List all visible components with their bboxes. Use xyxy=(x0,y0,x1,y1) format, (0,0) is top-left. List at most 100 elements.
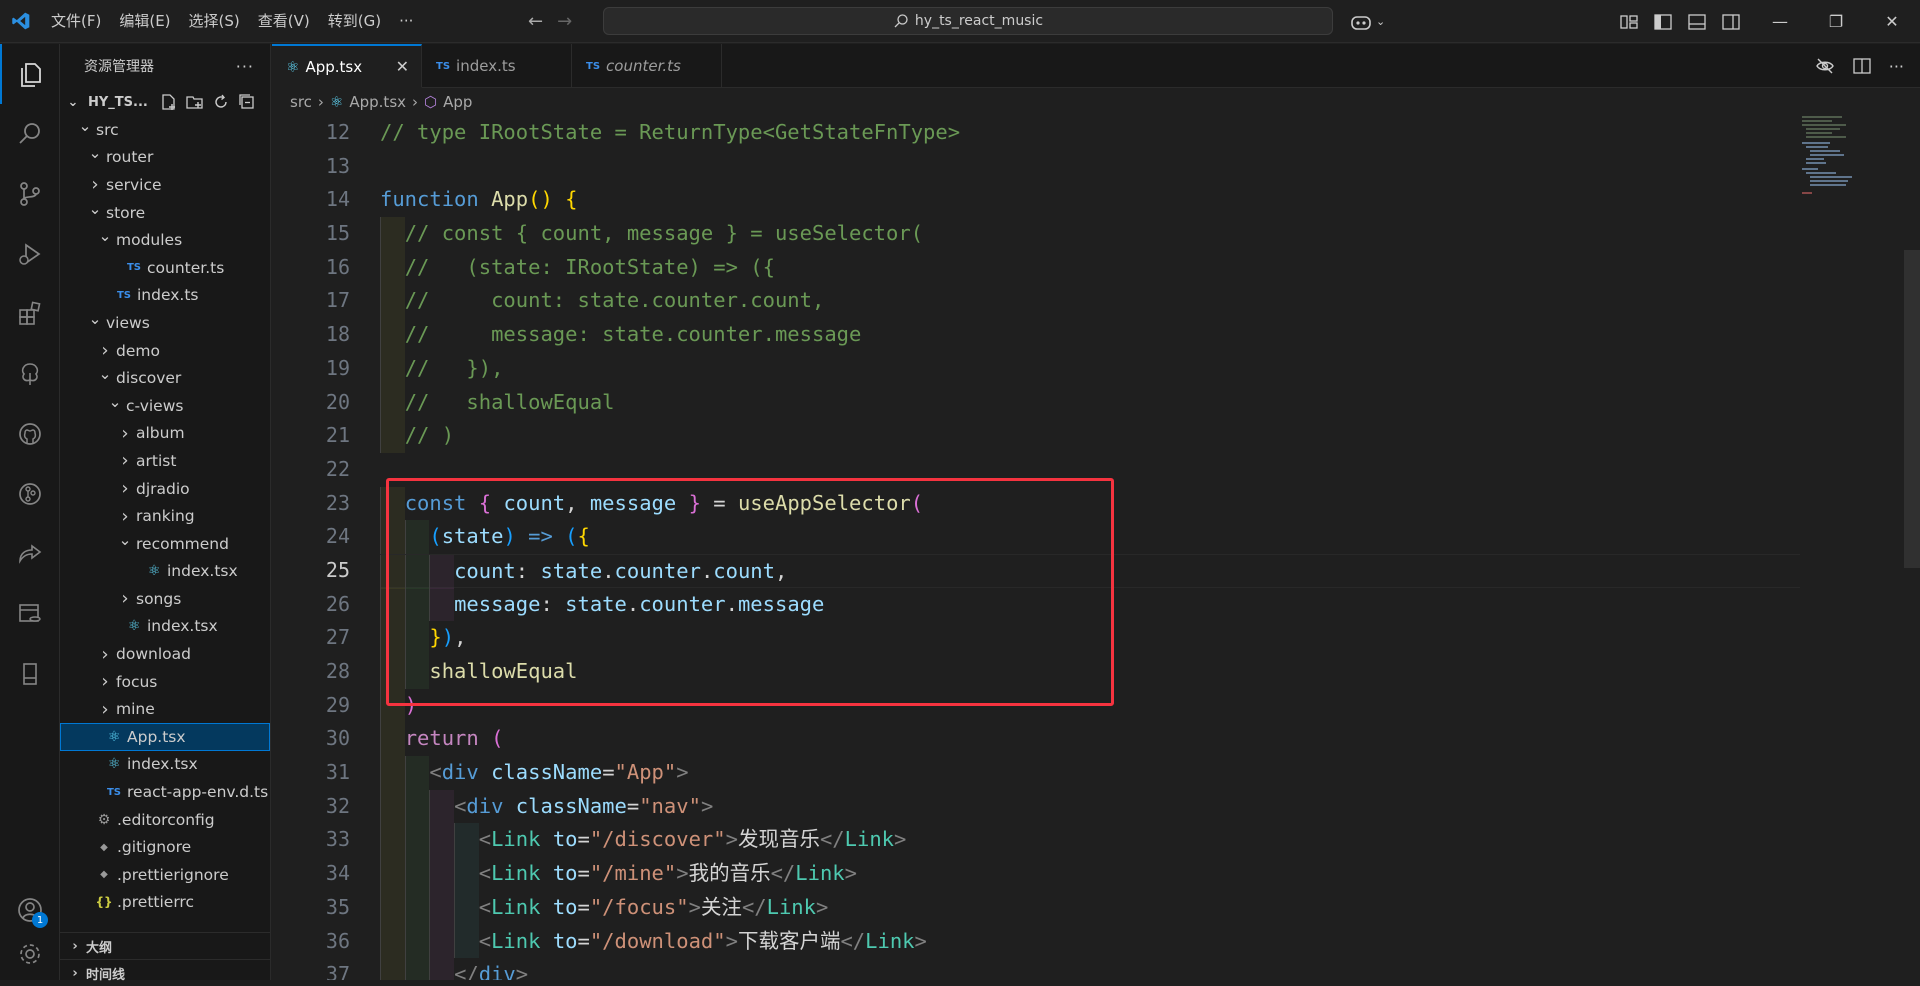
tab-counter-ts[interactable]: TS counter.ts xyxy=(572,44,722,88)
code-editor[interactable]: 12 13 14 15 16 17 18 19 20 21 22 23 24 25 26 27 28 29 30 31… xyxy=(272,116,1920,980)
breadcrumb-file[interactable]: App.tsx xyxy=(349,93,406,111)
manage-activity[interactable] xyxy=(0,940,60,980)
live-share-activity[interactable] xyxy=(0,524,60,584)
project-actions xyxy=(160,93,270,111)
tree-item[interactable]: ⚛ index.tsx xyxy=(60,558,270,586)
run-debug-icon xyxy=(19,243,41,265)
tree-item[interactable]: ⌄ discover xyxy=(60,364,270,392)
tree-item[interactable]: ⌄ router xyxy=(60,144,270,172)
tree-item[interactable]: ⌄ recommend xyxy=(60,530,270,558)
tree-item[interactable]: ◆ .gitignore xyxy=(60,833,270,861)
tree-item-label: artist xyxy=(136,451,177,470)
tree-item[interactable]: › songs xyxy=(60,585,270,613)
outline-section[interactable]: › 大纲 xyxy=(60,932,271,959)
typescript-file-icon: TS xyxy=(106,786,122,798)
tree-item[interactable]: › demo xyxy=(60,337,270,365)
toggle-secondary-sidebar-icon[interactable] xyxy=(1722,13,1740,30)
menu-item-3[interactable]: 查看(V) xyxy=(249,0,319,43)
code-token: count xyxy=(454,558,516,583)
tree-item-label: demo xyxy=(116,341,160,360)
tree-item[interactable]: ⚙ .editorconfig xyxy=(60,806,270,834)
tree-item[interactable]: › ranking xyxy=(60,502,270,530)
more-actions-icon[interactable]: ··· xyxy=(1889,57,1904,76)
menu-item-2[interactable]: 选择(S) xyxy=(180,0,249,43)
tree-item[interactable]: › mine xyxy=(60,695,270,723)
split-editor-icon[interactable] xyxy=(1853,57,1871,75)
copilot-menu[interactable]: ⌄ xyxy=(1350,0,1385,43)
menu-item-5[interactable]: ··· xyxy=(390,0,422,43)
refresh-icon[interactable] xyxy=(212,93,230,111)
tree-item[interactable]: ⌄ src xyxy=(60,116,270,144)
explorer-activity[interactable] xyxy=(0,44,60,104)
menu-item-4[interactable]: 转到(G) xyxy=(319,0,390,43)
run-debug-activity[interactable] xyxy=(0,224,60,284)
accounts-activity[interactable]: 1 xyxy=(0,880,60,940)
close-window-button[interactable]: ✕ xyxy=(1864,0,1920,43)
command-center-search[interactable]: hy_ts_react_music xyxy=(603,7,1333,35)
tree-item[interactable]: {} .prettierrc xyxy=(60,889,270,917)
tree-item[interactable]: ⚛ index.tsx xyxy=(60,751,270,779)
line-number: 27 xyxy=(325,625,350,650)
git-graph-icon xyxy=(19,483,41,505)
minimap[interactable] xyxy=(1800,116,1864,196)
tree-item[interactable]: ⌄ modules xyxy=(60,226,270,254)
code-token: > xyxy=(816,894,829,919)
back-arrow-icon[interactable]: ← xyxy=(528,11,543,32)
new-folder-icon[interactable] xyxy=(186,93,204,111)
react-file-icon: ⚛ xyxy=(107,756,121,773)
close-icon[interactable]: ✕ xyxy=(396,57,409,76)
line-number: 24 xyxy=(325,524,350,549)
git-graph-activity[interactable] xyxy=(0,464,60,524)
chevron-down-icon: ⌄ xyxy=(1376,15,1386,28)
tree-item[interactable]: › download xyxy=(60,640,270,668)
forward-arrow-icon[interactable]: → xyxy=(557,11,572,32)
chevron-down-icon: ⌄ xyxy=(98,365,112,384)
code-token: < xyxy=(454,793,467,818)
github-activity[interactable] xyxy=(0,404,60,464)
breadcrumb-src[interactable]: src xyxy=(290,93,312,111)
toggle-primary-sidebar-icon[interactable] xyxy=(1654,13,1672,30)
tree-activity[interactable] xyxy=(0,344,60,404)
tree-item[interactable]: ⚛ index.tsx xyxy=(60,613,270,641)
restore-button[interactable]: ❐ xyxy=(1808,0,1864,43)
code-token: message xyxy=(737,591,825,616)
project-root[interactable]: ⌄ HY_TS... xyxy=(60,88,270,116)
tree-item[interactable]: › djradio xyxy=(60,475,270,503)
minimize-button[interactable]: — xyxy=(1752,0,1808,43)
tree-item[interactable]: › artist xyxy=(60,447,270,475)
tree-item[interactable]: ⚛ App.tsx xyxy=(60,723,270,751)
remote-activity[interactable] xyxy=(0,644,60,704)
tab-index-ts[interactable]: TS index.ts xyxy=(422,44,572,88)
tree-item[interactable]: TS counter.ts xyxy=(60,254,270,282)
toggle-panel-icon[interactable] xyxy=(1688,13,1706,30)
tree-item[interactable]: ⌄ views xyxy=(60,309,270,337)
source-control-activity[interactable] xyxy=(0,164,60,224)
line-number: 13 xyxy=(325,153,350,178)
editor-scrollbar[interactable] xyxy=(1904,116,1920,980)
code-line: <Link to="/mine">我的音乐</Link> xyxy=(380,857,1800,891)
collapse-all-icon[interactable] xyxy=(238,93,256,111)
menu-item-0[interactable]: 文件(F) xyxy=(42,0,110,43)
timeline-section[interactable]: › 时间线 xyxy=(60,959,271,986)
database-activity[interactable] xyxy=(0,584,60,644)
tree-item[interactable]: › focus xyxy=(60,668,270,696)
breadcrumb-symbol[interactable]: App xyxy=(443,93,472,111)
tree-item[interactable]: TS index.ts xyxy=(60,282,270,310)
tree-item[interactable]: › service xyxy=(60,171,270,199)
tree-item[interactable]: ⌄ c-views xyxy=(60,392,270,420)
search-activity[interactable] xyxy=(0,104,60,164)
hide-icon[interactable] xyxy=(1815,57,1835,75)
tree-item[interactable]: ◆ .prettierignore xyxy=(60,861,270,889)
tree-item[interactable]: TS react-app-env.d.ts xyxy=(60,778,270,806)
menu-item-1[interactable]: 编辑(E) xyxy=(110,0,179,43)
new-file-icon[interactable] xyxy=(160,93,178,111)
tree-item[interactable]: ⌄ store xyxy=(60,199,270,227)
extensions-activity[interactable] xyxy=(0,284,60,344)
code-line: </div> xyxy=(380,958,1800,980)
scrollbar-thumb[interactable] xyxy=(1904,250,1920,568)
tab-app-tsx[interactable]: ⚛ App.tsx ✕ xyxy=(272,44,422,88)
customize-layout-icon[interactable] xyxy=(1620,14,1638,30)
tree-item[interactable]: › album xyxy=(60,420,270,448)
more-actions-icon[interactable]: ··· xyxy=(236,57,254,76)
